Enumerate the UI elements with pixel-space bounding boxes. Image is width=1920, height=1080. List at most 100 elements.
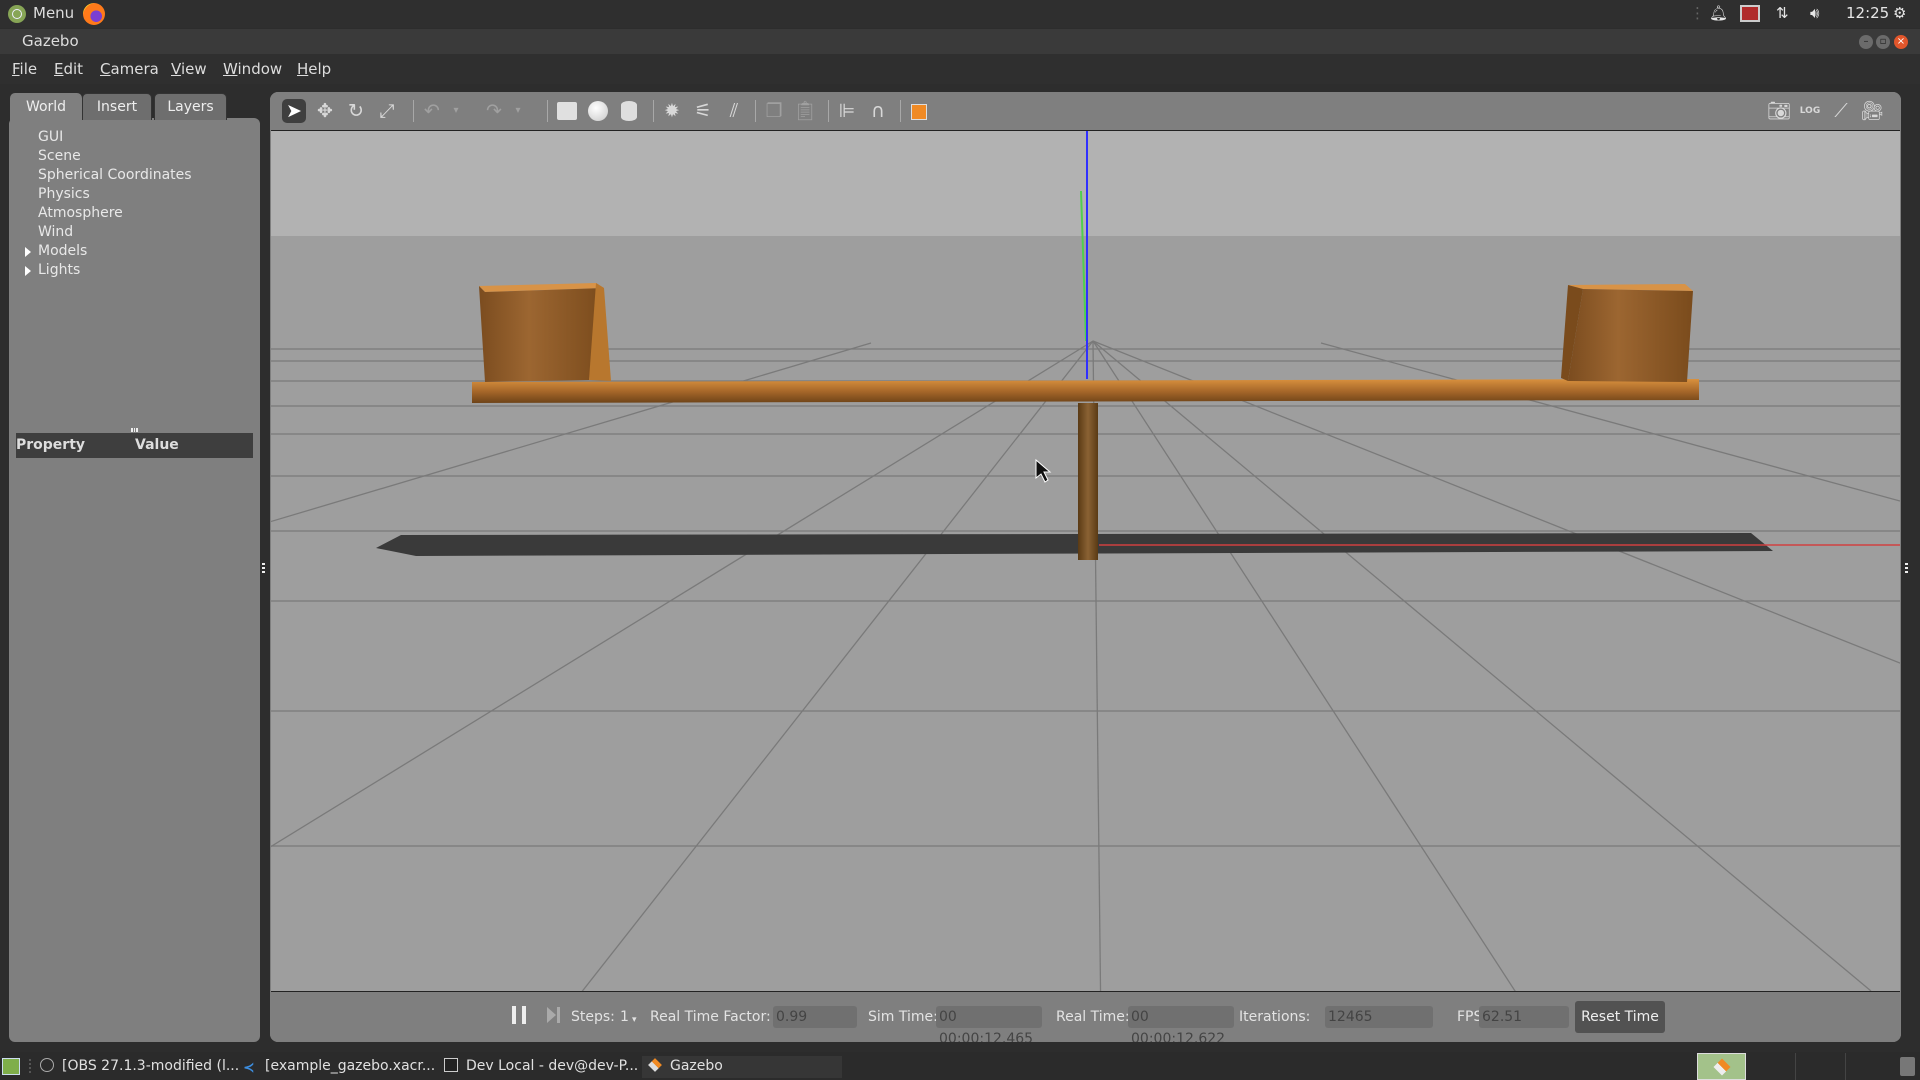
menu-file[interactable]: File: [12, 60, 37, 78]
property-column-header: Property: [16, 437, 86, 453]
tree-item-scene[interactable]: Scene: [38, 147, 192, 166]
volume-icon[interactable]: 🔊︎: [1810, 4, 1819, 22]
directional-light-icon[interactable]: ⫽: [722, 99, 746, 123]
tree-item-label: Lights: [38, 262, 81, 278]
close-button[interactable]: ×: [1894, 35, 1908, 49]
expand-arrow-icon[interactable]: [25, 247, 31, 257]
task-obs[interactable]: [OBS 27.1.3-modified (l...: [40, 1056, 239, 1078]
tree-item-atmosphere[interactable]: Atmosphere: [38, 204, 192, 223]
screenshot-camera-icon[interactable]: 📷︎: [1767, 99, 1791, 123]
undo-dropdown-icon[interactable]: ▾: [444, 99, 468, 123]
scene-render: [271, 131, 1900, 991]
workspace-2[interactable]: [1746, 1053, 1796, 1080]
network-arrows-icon[interactable]: ⇅: [1776, 4, 1789, 22]
task-terminal[interactable]: Dev Local - dev@dev-P...: [444, 1056, 638, 1078]
menu-view[interactable]: View: [171, 60, 207, 78]
rtf-label: Real Time Factor:: [650, 1009, 771, 1025]
tab-insert[interactable]: Insert: [82, 93, 152, 120]
tree-item-physics[interactable]: Physics: [38, 185, 192, 204]
tab-world[interactable]: World: [10, 93, 82, 122]
ubuntu-menu-icon[interactable]: [8, 5, 26, 23]
tree-item-spherical-coordinates[interactable]: Spherical Coordinates: [38, 166, 192, 185]
panel-splitter-handle[interactable]: [131, 428, 138, 432]
plot-icon[interactable]: ⟋: [1829, 99, 1853, 123]
reset-time-button[interactable]: Reset Time: [1575, 1001, 1665, 1033]
sim-time-label: Sim Time:: [868, 1009, 938, 1025]
power-gear-icon[interactable]: ⚙: [1893, 4, 1906, 22]
redo-icon[interactable]: ↷: [482, 99, 506, 123]
toolbar-separator: [653, 100, 654, 122]
task-label: [OBS 27.1.3-modified (l...: [62, 1058, 240, 1074]
record-icon[interactable]: [1740, 5, 1760, 22]
left-splitter-handle[interactable]: [262, 563, 265, 573]
tree-item-wind[interactable]: Wind: [38, 223, 192, 242]
taskbar-separator: [29, 1059, 31, 1073]
tree-item-lights[interactable]: Lights: [25, 261, 192, 280]
maximize-button[interactable]: ▫: [1876, 35, 1890, 49]
paste-icon[interactable]: 📋︎: [793, 99, 817, 123]
real-time-field: 00 00:00:12.622: [1128, 1006, 1234, 1042]
steps-label: Steps:: [571, 1009, 615, 1025]
view-angle-icon[interactable]: [908, 99, 932, 123]
menu-bar: File Edit Camera View Window Help: [0, 54, 1920, 84]
snap-magnet-icon[interactable]: ∩: [866, 99, 890, 123]
step-icon[interactable]: [547, 1007, 556, 1023]
notification-bell-icon[interactable]: 🔔︎: [1709, 4, 1728, 22]
seesaw-plank: [472, 379, 1699, 403]
system-menu-button[interactable]: Menu: [33, 4, 74, 22]
tree-item-gui[interactable]: GUI: [38, 128, 192, 147]
expand-arrow-icon[interactable]: [25, 266, 31, 276]
trash-icon[interactable]: [1900, 1057, 1915, 1076]
cylinder-icon[interactable]: [617, 99, 641, 123]
undo-icon[interactable]: ↶: [420, 99, 444, 123]
clock[interactable]: 12:25: [1846, 4, 1889, 22]
translate-icon[interactable]: ✥: [313, 99, 337, 123]
3d-viewport[interactable]: [271, 130, 1900, 992]
copy-icon[interactable]: ❐: [762, 99, 786, 123]
property-table-header: Property Value: [16, 433, 253, 458]
log-download-icon[interactable]: LOG: [1798, 99, 1822, 123]
toolbar: ➤ ✥ ↻ ⤢ ↶ ▾ ↷ ▾ ✹ ⚟ ⫽ ❐ 📋︎ ⊫ ∩ 📷︎ LOG ⟋ …: [270, 92, 1901, 129]
workspace-3[interactable]: [1796, 1053, 1846, 1080]
tree-item-label: Models: [38, 243, 88, 259]
task-vscode[interactable]: ≺ [example_gazebo.xacr...: [243, 1056, 435, 1078]
workspace-switcher-active[interactable]: [1697, 1053, 1746, 1080]
toolbar-separator: [900, 100, 901, 122]
render-panel: ➤ ✥ ↻ ⤢ ↶ ▾ ↷ ▾ ✹ ⚟ ⫽ ❐ 📋︎ ⊫ ∩ 📷︎ LOG ⟋ …: [270, 92, 1901, 1042]
pause-icon[interactable]: [512, 1006, 526, 1024]
menu-edit[interactable]: Edit: [54, 60, 83, 78]
tree-item-models[interactable]: Models: [25, 242, 192, 261]
sphere-icon[interactable]: [586, 99, 610, 123]
box-icon[interactable]: [555, 99, 579, 123]
point-light-icon[interactable]: ✹: [660, 99, 684, 123]
tab-layers[interactable]: Layers: [154, 93, 227, 120]
task-label: Gazebo: [670, 1058, 723, 1074]
menu-help[interactable]: Help: [297, 60, 331, 78]
video-record-icon[interactable]: 🎥︎: [1860, 99, 1884, 123]
select-arrow-icon[interactable]: ➤: [282, 99, 306, 123]
sky: [271, 131, 1900, 236]
right-splitter-handle[interactable]: [1905, 563, 1908, 573]
obs-icon: [40, 1058, 54, 1072]
vscode-icon: ≺: [243, 1060, 255, 1076]
redo-dropdown-icon[interactable]: ▾: [506, 99, 530, 123]
minimize-button[interactable]: –: [1859, 35, 1873, 49]
value-column-header: Value: [135, 437, 179, 453]
scale-icon[interactable]: ⤢: [375, 99, 399, 123]
task-label: [example_gazebo.xacr...: [265, 1058, 436, 1074]
firefox-launcher-icon[interactable]: [83, 3, 105, 25]
align-icon[interactable]: ⊫: [835, 99, 859, 123]
menu-camera[interactable]: Camera: [100, 60, 159, 78]
rtf-field: 0.99: [773, 1006, 857, 1028]
toolbar-separator: [828, 100, 829, 122]
menu-window[interactable]: Window: [223, 60, 282, 78]
iterations-label: Iterations:: [1239, 1009, 1311, 1025]
rotate-icon[interactable]: ↻: [344, 99, 368, 123]
steps-value[interactable]: 1: [620, 1009, 629, 1025]
show-desktop-icon[interactable]: [2, 1058, 20, 1075]
spot-light-icon[interactable]: ⚟: [691, 99, 715, 123]
task-gazebo[interactable]: Gazebo: [642, 1056, 842, 1078]
toolbar-separator: [755, 100, 756, 122]
steps-dropdown-icon[interactable]: ▾: [632, 1015, 637, 1025]
real-time-label: Real Time:: [1056, 1009, 1130, 1025]
